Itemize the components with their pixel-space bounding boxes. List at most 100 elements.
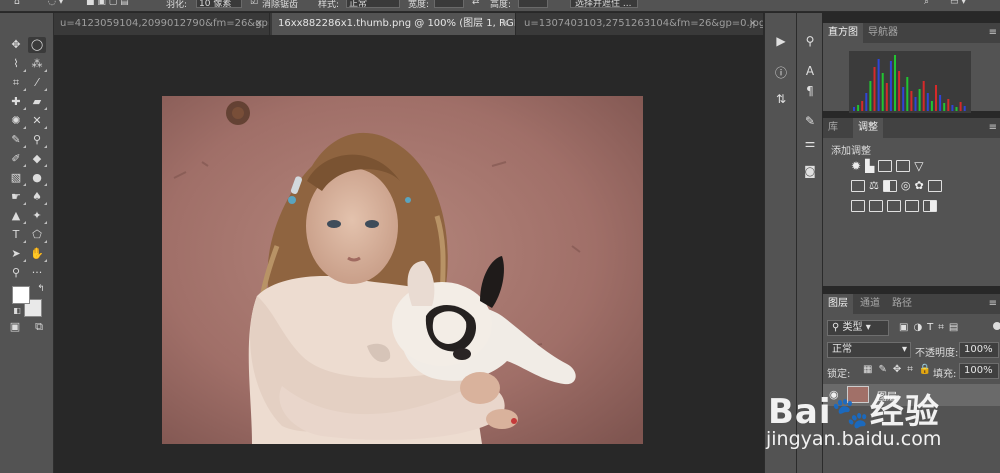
- elliptical-marquee-tool-icon[interactable]: ◯: [28, 37, 46, 53]
- play-icon[interactable]: ▶: [770, 31, 792, 51]
- hue-saturation-icon[interactable]: [851, 180, 865, 192]
- feather-input[interactable]: 10 像素: [196, 0, 242, 9]
- close-icon[interactable]: ×: [255, 13, 263, 35]
- layer-filter-select[interactable]: ⚲ 类型 ▾: [827, 320, 889, 336]
- hand-tool-icon[interactable]: ✋: [28, 246, 47, 262]
- filter-toggle[interactable]: [993, 322, 1000, 330]
- direct-selection-tool-icon[interactable]: ➤: [7, 246, 26, 262]
- history-brush-tool-icon[interactable]: ✐: [7, 151, 26, 167]
- properties-icon[interactable]: ◙: [799, 161, 821, 181]
- histogram-bar: [894, 55, 896, 111]
- panel-menu-icon[interactable]: ≡: [989, 23, 997, 43]
- brush-tool-icon[interactable]: ✎: [7, 132, 26, 148]
- panel-menu-icon[interactable]: ≡: [989, 294, 997, 314]
- lasso-tool-icon[interactable]: ⌇: [7, 56, 26, 72]
- opacity-label: 不透明度:: [915, 348, 959, 359]
- gradient-tool-icon[interactable]: ▧: [7, 170, 26, 186]
- magic-wand-tool-icon[interactable]: ⁂: [28, 56, 47, 72]
- gradient-map-icon[interactable]: [905, 200, 919, 212]
- threshold-icon[interactable]: [887, 200, 901, 212]
- curves-icon[interactable]: [878, 160, 893, 172]
- tab-paths[interactable]: 路径: [887, 294, 917, 314]
- tab-channels[interactable]: 通道: [855, 294, 885, 314]
- spot-healing-tool-icon[interactable]: ✺: [7, 113, 26, 129]
- selection-mode-icons[interactable]: ■ ▣ ▢ ▤: [86, 0, 129, 7]
- channel-mixer-icon[interactable]: ✿: [914, 180, 923, 194]
- text-tool-icon[interactable]: T: [7, 227, 26, 243]
- pen-tool-icon[interactable]: ▲: [7, 208, 26, 224]
- healing-brush-tool-icon[interactable]: ✚: [7, 94, 26, 110]
- opacity-input[interactable]: 100%: [959, 342, 999, 358]
- black-white-icon[interactable]: [882, 180, 897, 192]
- exposure-icon[interactable]: [896, 160, 911, 172]
- tab-doc-1[interactable]: u=4123059104,2099012790&fm=26&gp=0.jpg×: [54, 13, 270, 35]
- eraser-tool-icon[interactable]: ◆: [28, 151, 47, 167]
- tab-libraries[interactable]: 库: [823, 118, 843, 138]
- histogram-bar: [857, 105, 860, 111]
- selective-color-icon[interactable]: [923, 200, 937, 212]
- tab-adjustments[interactable]: 调整: [853, 118, 883, 138]
- histogram-bar: [914, 97, 917, 111]
- more-tools-icon[interactable]: ···: [28, 265, 46, 281]
- invert-icon[interactable]: [851, 200, 865, 212]
- search-icon[interactable]: ⌕: [924, 0, 929, 7]
- close-icon[interactable]: ×: [501, 13, 509, 35]
- clone-source-icon[interactable]: ⚲: [799, 31, 821, 51]
- marquee-preset-icon[interactable]: ◌ ▾: [48, 0, 63, 7]
- panel-menu-icon[interactable]: ≡: [989, 118, 997, 138]
- swap-icon[interactable]: ⇄: [472, 0, 480, 7]
- zoom-tool-icon[interactable]: ⚲: [7, 265, 25, 281]
- quick-mask-icon[interactable]: ▣: [6, 319, 24, 335]
- history-icon[interactable]: ⇅: [770, 89, 792, 109]
- character-icon[interactable]: A: [799, 61, 821, 81]
- close-icon[interactable]: ×: [749, 13, 757, 35]
- eyedropper-tool-icon[interactable]: ⁄: [28, 75, 47, 91]
- color-lookup-icon[interactable]: [927, 180, 942, 192]
- select-and-mask-button[interactable]: 选择并遮住 ...: [570, 0, 638, 9]
- move-tool-icon[interactable]: ✥: [7, 37, 25, 53]
- height-input[interactable]: [518, 0, 548, 8]
- red-eye-tool-icon[interactable]: ✕: [28, 113, 47, 129]
- screen-mode-icon[interactable]: ⧉: [30, 319, 48, 335]
- workspace-icon[interactable]: ▭ ▾: [950, 0, 966, 7]
- style-select[interactable]: 正常: [346, 0, 400, 9]
- custom-shape-tool-icon[interactable]: ⬠: [28, 227, 47, 243]
- swap-colors-icon[interactable]: ↰: [32, 281, 50, 297]
- histogram-bar: [951, 105, 954, 111]
- brightness-icon[interactable]: ✹: [851, 160, 861, 174]
- tool-presets-icon[interactable]: ⚌: [799, 133, 821, 153]
- levels-icon[interactable]: ▙: [865, 160, 874, 174]
- paragraph-icon[interactable]: ¶: [799, 81, 821, 101]
- document-image[interactable]: [162, 96, 643, 444]
- foreground-color-swatch[interactable]: [12, 286, 30, 304]
- tab-layers[interactable]: 图层: [823, 294, 853, 314]
- canvas-area[interactable]: [54, 35, 764, 473]
- smudge-tool-icon[interactable]: ☛: [7, 189, 26, 205]
- document-tabs: u=4123059104,2099012790&fm=26&gp=0.jpg× …: [54, 13, 764, 35]
- blur-tool-icon[interactable]: ●: [28, 170, 47, 186]
- tab-doc-3[interactable]: u=1307403103,2751263104&fm=26&gp=0.jpg ×: [518, 13, 764, 35]
- dodge-tool-icon[interactable]: ♠: [28, 189, 47, 205]
- default-colors-icon[interactable]: ◧: [8, 303, 26, 319]
- info-icon[interactable]: ⓘ: [770, 63, 792, 83]
- color-balance-icon[interactable]: ⚖: [869, 180, 879, 194]
- posterize-icon[interactable]: [869, 200, 883, 212]
- layer-filter-icons[interactable]: ▣◑T⌗▤: [899, 322, 963, 333]
- patch-tool-icon[interactable]: ▰: [28, 94, 47, 110]
- width-input[interactable]: [434, 0, 464, 8]
- tab-histogram[interactable]: 直方图: [823, 23, 863, 43]
- vibrance-icon[interactable]: ▽: [914, 160, 923, 174]
- home-icon[interactable]: ⌂: [14, 0, 20, 7]
- tab-doc-2[interactable]: 16xx882286x1.thumb.png @ 100% (图层 1, RGB…: [272, 13, 516, 35]
- anti-alias-checkbox[interactable]: ☑: [250, 0, 258, 7]
- fill-input[interactable]: 100%: [959, 363, 999, 379]
- path-selection-icon[interactable]: ✦: [28, 208, 47, 224]
- tab-navigator[interactable]: 导航器: [863, 23, 903, 43]
- adjustments-tabs: 库 调整 ≡: [823, 118, 1000, 138]
- clone-stamp-tool-icon[interactable]: ⚲: [28, 132, 47, 148]
- crop-tool-icon[interactable]: ⌗: [7, 75, 26, 91]
- brush-settings-icon[interactable]: ✎: [799, 111, 821, 131]
- blend-mode-select[interactable]: 正常 ▾: [827, 342, 911, 358]
- photo-filter-icon[interactable]: ◎: [901, 180, 911, 194]
- lock-icons[interactable]: ▦✎✥⌗🔒: [863, 364, 937, 375]
